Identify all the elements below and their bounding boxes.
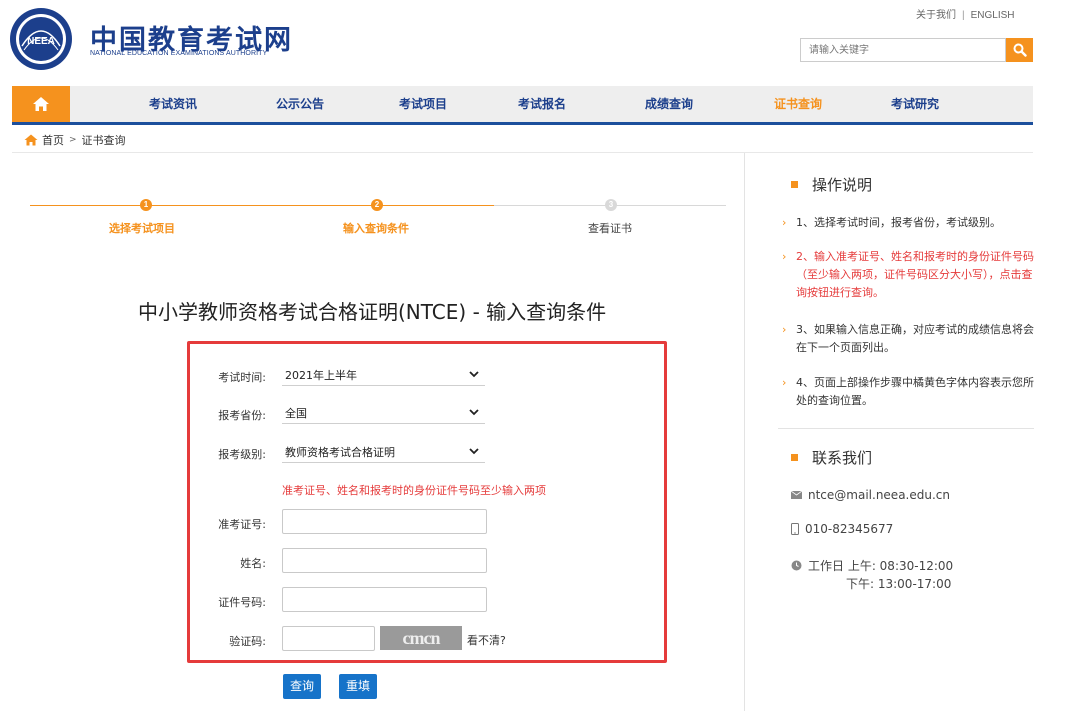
hours-pm: 下午: 13:00-17:00 xyxy=(846,577,952,591)
site-header: NEEA 中国教育考试网 NATIONAL EDUCATION EXAMINAT… xyxy=(0,0,1080,86)
form-hint: 准考证号、姓名和报考时的身份证件号码至少输入两项 xyxy=(282,484,546,497)
instruction-text: 2、输入准考证号、姓名和报考时的身份证件号码（至少输入两项，证件号码区分大小写）… xyxy=(796,250,1034,299)
chevron-right-icon: › xyxy=(782,216,787,229)
nav-item-certificate-query[interactable]: 证书查询 xyxy=(755,86,841,122)
chevron-right-icon: › xyxy=(782,323,787,336)
search-button[interactable] xyxy=(1006,38,1033,62)
instruction-item: › 1、选择考试时间，报考省份，考试级别。 xyxy=(782,214,1034,232)
nav-item-exam-news[interactable]: 考试资讯 xyxy=(130,86,216,122)
divider xyxy=(12,152,1033,153)
step-3-label: 查看证书 xyxy=(588,222,632,235)
id-number-label: 证件号码: xyxy=(218,596,266,609)
hours-am: 工作日 上午: 08:30-12:00 xyxy=(808,559,954,573)
breadcrumb-separator: > xyxy=(69,135,77,145)
contact-hours-pm: 下午: 13:00-17:00 xyxy=(846,575,951,592)
step-2-marker: 2 xyxy=(371,199,383,211)
instruction-text: 1、选择考试时间，报考省份，考试级别。 xyxy=(796,216,1001,229)
chevron-down-icon xyxy=(469,409,479,416)
breadcrumb: 首页 > 证书查询 xyxy=(24,132,126,148)
query-form-highlight xyxy=(187,341,667,663)
bullet-square xyxy=(791,454,798,461)
english-link[interactable]: ENGLISH xyxy=(971,10,1015,21)
contact-heading: 联系我们 xyxy=(791,447,872,468)
mail-icon xyxy=(791,491,802,499)
chevron-down-icon xyxy=(469,448,479,455)
step-1-marker: 1 xyxy=(140,199,152,211)
instructions-title: 操作说明 xyxy=(812,176,873,194)
step-3-marker: 3 xyxy=(605,199,617,211)
reset-button[interactable]: 重填 xyxy=(339,674,378,699)
level-value: 教师资格考试合格证明 xyxy=(285,445,395,459)
link-separator: | xyxy=(962,10,965,21)
emblem-text: NEEA xyxy=(27,36,55,47)
captcha-refresh-link[interactable]: 看不清? xyxy=(467,632,506,648)
province-select[interactable]: 全国 xyxy=(282,402,485,424)
search-box xyxy=(800,38,1006,62)
admission-number-label: 准考证号: xyxy=(218,518,266,531)
instructions-heading: 操作说明 xyxy=(791,174,872,195)
email-link[interactable]: ntce@mail.neea.edu.cn xyxy=(808,488,950,502)
clock-icon xyxy=(791,560,802,571)
nav-home-button[interactable] xyxy=(12,86,70,122)
nav-item-score-query[interactable]: 成绩查询 xyxy=(626,86,712,122)
exam-time-value: 2021年上半年 xyxy=(285,368,357,382)
steps-progress-line xyxy=(30,205,494,206)
province-label: 报考省份: xyxy=(218,409,266,422)
phone-icon xyxy=(791,523,799,535)
top-links: 关于我们 | ENGLISH xyxy=(916,6,1015,21)
query-button[interactable]: 查询 xyxy=(283,674,322,699)
instruction-item: › 2、输入准考证号、姓名和报考时的身份证件号码（至少输入两项，证件号码区分大小… xyxy=(782,248,1034,302)
captcha-text: cmcn xyxy=(402,627,441,648)
name-label: 姓名: xyxy=(240,557,266,570)
captcha-image[interactable]: cmcn xyxy=(380,626,462,650)
divider xyxy=(778,428,1034,429)
phone-number: 010-82345677 xyxy=(805,522,894,536)
chevron-down-icon xyxy=(469,371,479,378)
level-label: 报考级别: xyxy=(218,448,266,461)
instruction-text: 3、如果输入信息正确，对应考试的成绩信息将会在下一个页面列出。 xyxy=(796,323,1034,354)
contact-title: 联系我们 xyxy=(812,449,873,467)
home-icon xyxy=(24,134,38,146)
instruction-item: › 3、如果输入信息正确，对应考试的成绩信息将会在下一个页面列出。 xyxy=(782,321,1034,357)
level-select[interactable]: 教师资格考试合格证明 xyxy=(282,441,485,463)
captcha-label: 验证码: xyxy=(229,635,266,648)
chevron-right-icon: › xyxy=(782,376,787,389)
neea-emblem-logo[interactable]: NEEA xyxy=(8,6,74,72)
contact-email: ntce@mail.neea.edu.cn xyxy=(791,488,950,502)
about-us-link[interactable]: 关于我们 xyxy=(916,6,956,21)
breadcrumb-home-link[interactable]: 首页 xyxy=(42,132,64,148)
search-input[interactable] xyxy=(801,39,1005,61)
id-number-input[interactable] xyxy=(282,587,487,612)
instruction-item: › 4、页面上部操作步骤中橘黄色字体内容表示您所处的查询位置。 xyxy=(782,374,1034,410)
step-1-label: 选择考试项目 xyxy=(109,222,175,235)
admission-number-input[interactable] xyxy=(282,509,487,534)
contact-phone: 010-82345677 xyxy=(791,522,893,536)
sidebar-divider xyxy=(744,153,745,711)
home-icon xyxy=(33,97,49,111)
nav-item-exam-projects[interactable]: 考试项目 xyxy=(380,86,466,122)
exam-time-label: 考试时间: xyxy=(218,371,266,384)
bullet-square xyxy=(791,181,798,188)
captcha-input[interactable] xyxy=(282,626,375,651)
name-input[interactable] xyxy=(282,548,487,573)
contact-hours: 工作日 上午: 08:30-12:00 xyxy=(791,557,953,574)
page-title: 中小学教师资格考试合格证明(NTCE) - 输入查询条件 xyxy=(138,300,607,324)
step-2-label: 输入查询条件 xyxy=(343,222,409,235)
province-value: 全国 xyxy=(285,406,307,420)
instruction-text: 4、页面上部操作步骤中橘黄色字体内容表示您所处的查询位置。 xyxy=(796,376,1034,407)
search-icon xyxy=(1013,43,1027,57)
nav-item-exam-research[interactable]: 考试研究 xyxy=(872,86,958,122)
nav-item-registration[interactable]: 考试报名 xyxy=(499,86,585,122)
exam-time-select[interactable]: 2021年上半年 xyxy=(282,364,485,386)
nav-item-announcements[interactable]: 公示公告 xyxy=(257,86,343,122)
main-nav: 考试资讯 公示公告 考试项目 考试报名 成绩查询 证书查询 考试研究 xyxy=(12,86,1033,125)
breadcrumb-current[interactable]: 证书查询 xyxy=(82,132,126,148)
chevron-right-icon: › xyxy=(782,250,787,263)
site-subtitle: NATIONAL EDUCATION EXAMINATIONS AUTHORIT… xyxy=(90,50,268,57)
